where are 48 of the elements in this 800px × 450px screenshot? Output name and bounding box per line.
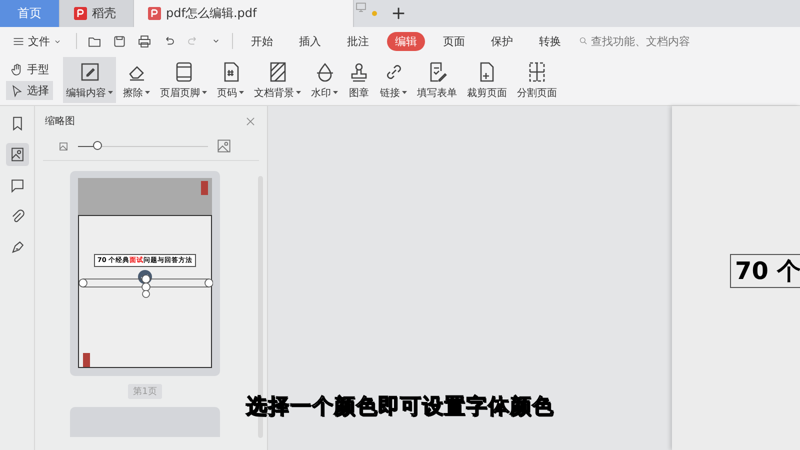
- new-tab-button[interactable]: +: [381, 0, 416, 27]
- page-marker: [201, 181, 208, 195]
- print-icon: [137, 34, 152, 48]
- page-marker: [83, 353, 90, 367]
- menu-tab[interactable]: 开始: [243, 32, 281, 50]
- mode-button[interactable]: 手型: [6, 60, 53, 79]
- file-menu[interactable]: 文件: [8, 32, 66, 50]
- unsaved-dot-icon: [372, 11, 377, 16]
- menu-tab[interactable]: 转换: [531, 32, 569, 50]
- image-page-icon: [8, 146, 26, 163]
- ribbon-button[interactable]: 文档背景: [251, 57, 304, 103]
- ribbon-button[interactable]: 图章: [345, 57, 373, 103]
- ribbon-button[interactable]: 分割页面: [514, 57, 560, 103]
- document-tab[interactable]: 稻壳: [60, 0, 134, 27]
- page-number-label: 第1页: [128, 384, 162, 399]
- menu-tab[interactable]: 批注: [339, 32, 377, 50]
- ribbon-button[interactable]: 裁剪页面: [464, 57, 510, 103]
- ribbon-button[interactable]: 水印: [308, 57, 341, 103]
- close-icon: [244, 114, 257, 128]
- mode-button[interactable]: 选择: [6, 81, 53, 100]
- ribbon-button[interactable]: 页码: [214, 57, 247, 103]
- ribbon-button[interactable]: 链接: [377, 57, 410, 103]
- comment-icon: [8, 177, 26, 194]
- pdf-file-icon: [148, 7, 161, 20]
- video-caption: 选择一个颜色即可设置字体颜色: [246, 393, 554, 420]
- monitor-icon: [354, 0, 368, 14]
- ribbon-button[interactable]: 填写表单: [414, 57, 460, 103]
- ribbon-button[interactable]: 擦除: [120, 57, 153, 103]
- menu-tab[interactable]: 页面: [435, 32, 473, 50]
- small-image-icon: [57, 140, 70, 152]
- ribbon-button[interactable]: 页眉页脚: [157, 57, 210, 103]
- large-image-icon: [216, 138, 232, 154]
- menu-tab[interactable]: 插入: [291, 32, 329, 50]
- panel-title: 缩略图: [45, 114, 75, 128]
- edit-frame-icon: [78, 60, 100, 82]
- menu-tab[interactable]: 保护: [483, 32, 521, 50]
- ribbon-button[interactable]: 编辑内容: [63, 57, 116, 103]
- cursor-icon: [10, 84, 24, 98]
- search-icon: [579, 35, 588, 47]
- save-icon: [112, 34, 127, 48]
- page-thumbnail[interactable]: [70, 407, 220, 437]
- app-logo-icon: [74, 7, 87, 20]
- sidebar-button[interactable]: [6, 143, 28, 166]
- search-field[interactable]: 查找功能、文档内容: [579, 34, 699, 48]
- close-button[interactable]: [244, 114, 257, 128]
- document-tab[interactable]: pdf怎么编辑.pdf: [134, 0, 354, 27]
- slider-handle[interactable]: [92, 140, 102, 150]
- menu-tab[interactable]: 编辑: [387, 32, 425, 50]
